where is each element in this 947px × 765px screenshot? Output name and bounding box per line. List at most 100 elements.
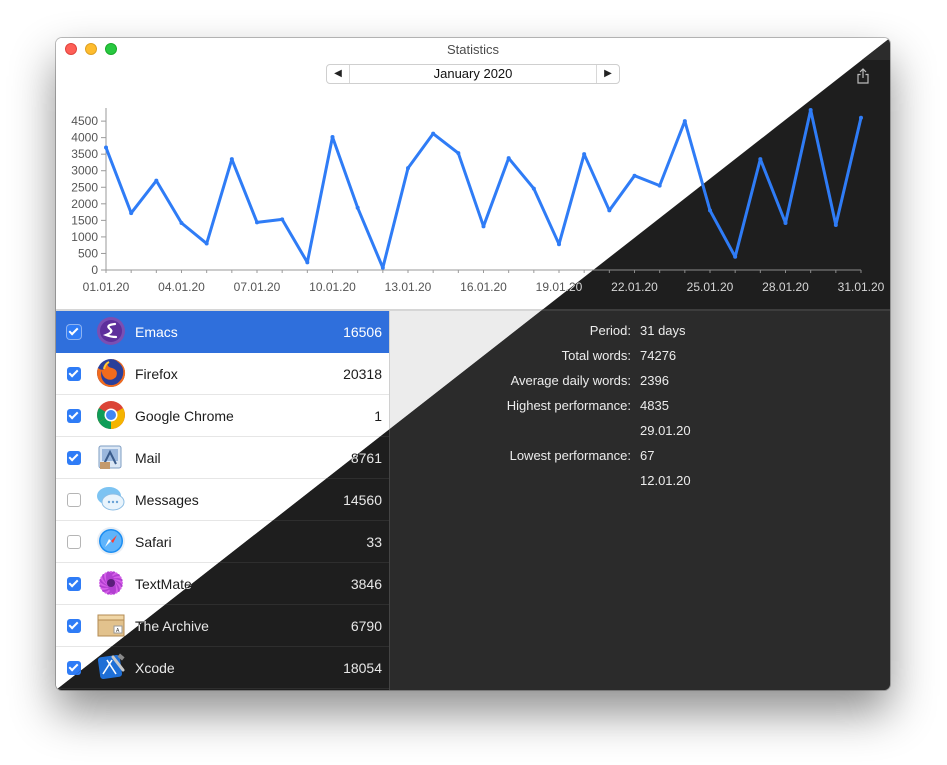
app-row[interactable]: Firefox 20318 (56, 353, 389, 395)
previous-month-button[interactable]: ◀ (327, 65, 350, 83)
app-checkbox[interactable] (67, 409, 81, 423)
the-archive-icon: A (96, 610, 126, 640)
y-tick-label: 1000 (71, 230, 98, 244)
data-point (330, 134, 335, 139)
data-point (657, 183, 662, 188)
data-point (431, 131, 436, 136)
statistics-window: Statistics ◀ January 2020 ▶ 0 500 1000 1500… (56, 38, 890, 690)
x-tick-label: 25.01.20 (687, 280, 734, 294)
data-point (733, 254, 738, 259)
data-point (355, 205, 360, 210)
stat-label: Highest performance: (506, 398, 631, 413)
data-point (406, 166, 410, 171)
x-tick-label: 10.01.20 (309, 280, 356, 294)
next-month-button[interactable]: ▶ (596, 65, 619, 83)
app-word-count: 6790 (350, 618, 382, 634)
data-point (607, 208, 612, 213)
app-name: Mail (135, 450, 161, 466)
app-checkbox[interactable] (67, 325, 81, 339)
stat-value: 74276 (640, 348, 677, 363)
x-tick-label: 28.01.20 (762, 280, 809, 294)
x-tick-label: 07.01.20 (234, 280, 281, 294)
data-point (255, 220, 259, 225)
app-name: Messages (135, 492, 199, 508)
stat-value: 31 days (640, 323, 686, 338)
firefox-icon (96, 358, 126, 388)
x-tick-label: 04.01.20 (158, 280, 205, 294)
y-tick-label: 2000 (71, 197, 98, 211)
stat-value: 4835 (640, 398, 669, 413)
title-bar: Statistics (56, 38, 890, 60)
data-point (859, 115, 863, 120)
app-name: Firefox (135, 366, 178, 382)
data-point (708, 208, 712, 213)
data-point (380, 265, 385, 270)
x-tick-label: 13.01.20 (385, 280, 432, 294)
data-point (557, 242, 561, 247)
app-word-count: 3846 (350, 576, 382, 592)
data-point (154, 178, 159, 183)
y-tick-label: 4000 (71, 131, 98, 145)
data-point (531, 186, 536, 191)
y-tick-label: 1500 (71, 213, 98, 227)
stat-label: Lowest performance: (509, 448, 631, 463)
data-point (808, 108, 813, 112)
data-point (682, 119, 687, 124)
app-checkbox[interactable] (67, 451, 81, 465)
safari-icon (96, 526, 126, 556)
y-tick-label: 4500 (71, 114, 98, 128)
app-checkbox[interactable] (67, 619, 81, 633)
data-point (758, 157, 763, 162)
data-point (582, 152, 587, 157)
xcode-icon (96, 652, 126, 682)
data-point (456, 151, 461, 156)
app-checkbox[interactable] (67, 493, 81, 507)
app-checkbox[interactable] (67, 367, 81, 381)
y-tick-label: 3500 (71, 147, 98, 161)
data-point (783, 221, 788, 226)
app-word-count: 16506 (343, 324, 382, 340)
x-tick-label: 22.01.20 (611, 280, 658, 294)
data-point (229, 157, 234, 162)
data-point (104, 145, 108, 150)
app-row[interactable]: Xcode 18054 (56, 647, 389, 689)
app-row[interactable]: Google Chrome 1 (56, 395, 389, 437)
y-tick-label: 2500 (71, 180, 98, 194)
stat-value: 2396 (640, 373, 669, 388)
app-word-count: 14560 (343, 492, 382, 508)
textmate-icon (96, 568, 126, 598)
data-point (305, 260, 310, 265)
app-name: Google Chrome (135, 408, 234, 424)
stat-value: 29.01.20 (640, 423, 691, 438)
data-point (632, 173, 637, 178)
month-label: January 2020 (433, 66, 513, 81)
app-word-count: 33 (366, 534, 382, 550)
stat-label: Total words: (561, 348, 631, 363)
emacs-icon (96, 316, 126, 346)
stat-label: Average daily words: (510, 373, 631, 388)
x-tick-label: 31.01.20 (838, 280, 885, 294)
x-tick-label: 16.01.20 (460, 280, 507, 294)
data-point (833, 222, 838, 227)
app-checkbox[interactable] (67, 577, 81, 591)
data-point (280, 217, 285, 222)
month-navigator: ◀ January 2020 ▶ (326, 64, 620, 84)
x-tick-label: 01.01.20 (83, 280, 130, 294)
app-name: Xcode (135, 660, 175, 676)
data-point (481, 224, 486, 229)
y-tick-label: 0 (91, 263, 98, 277)
share-icon[interactable] (856, 68, 870, 84)
data-point (129, 211, 134, 216)
data-point (179, 221, 184, 226)
data-point (204, 241, 209, 246)
stat-value: 67 (640, 448, 655, 463)
stat-value: 12.01.20 (640, 473, 691, 488)
app-row[interactable]: Emacs 16506 (56, 311, 389, 353)
window-title: Statistics (446, 42, 499, 57)
app-word-count: 1 (374, 408, 382, 424)
app-name: Safari (135, 534, 172, 550)
chrome-icon (96, 400, 126, 430)
app-checkbox[interactable] (67, 535, 81, 549)
data-point (506, 156, 511, 161)
app-word-count: 18054 (343, 660, 382, 676)
